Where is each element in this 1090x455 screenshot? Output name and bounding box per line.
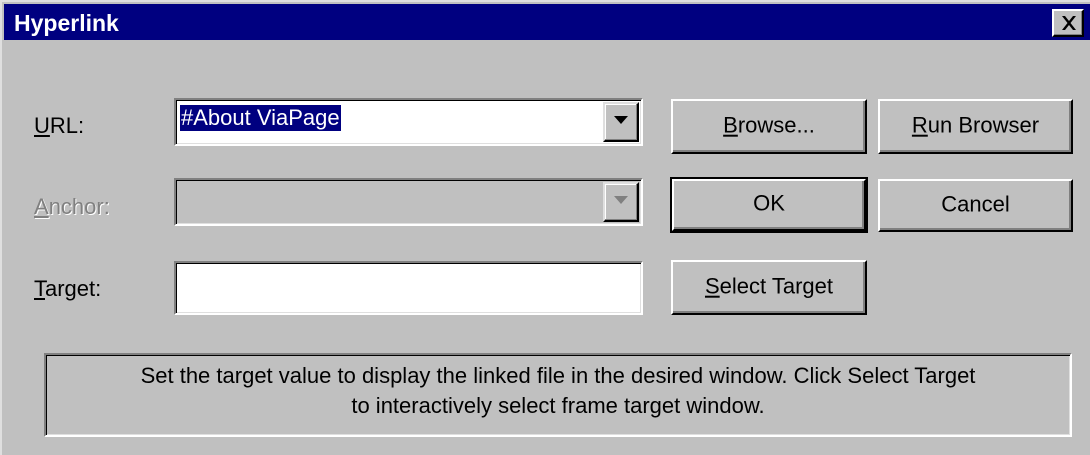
target-label-mnemonic: T: [34, 276, 45, 301]
url-label-text: RL:: [49, 113, 85, 138]
target-label-text: arget:: [45, 276, 102, 301]
anchor-label-text: nchor:: [48, 194, 110, 219]
ok-label: OK: [753, 190, 785, 216]
hyperlink-dialog: Hyperlink URL: #About ViaPage Anchor: Ta…: [0, 0, 1090, 455]
browse-button[interactable]: Browse...: [671, 99, 867, 154]
help-text-line-1: Set the target value to display the link…: [140, 363, 976, 388]
select-target-label: elect Target: [719, 273, 834, 299]
anchor-label: Anchor:: [34, 194, 110, 220]
browse-label: rowse...: [737, 112, 815, 138]
title-bar[interactable]: Hyperlink: [4, 4, 1090, 40]
url-label-mnemonic: U: [34, 113, 50, 138]
close-button[interactable]: [1052, 9, 1084, 37]
help-text-line-2: to interactively select frame target win…: [351, 393, 765, 418]
dialog-title: Hyperlink: [14, 10, 119, 36]
target-input[interactable]: [174, 261, 643, 315]
url-label: URL:: [34, 113, 84, 139]
anchor-label-mnemonic: A: [34, 194, 49, 219]
run-browser-mnemonic: R: [911, 112, 928, 138]
anchor-combobox[interactable]: [174, 178, 643, 226]
cancel-button[interactable]: Cancel: [878, 179, 1073, 232]
chevron-down-icon: [614, 116, 628, 124]
url-input[interactable]: #About ViaPage: [180, 105, 341, 131]
select-target-mnemonic: S: [704, 273, 720, 299]
help-text-panel: Set the target value to display the link…: [44, 353, 1072, 437]
url-combobox[interactable]: #About ViaPage: [174, 98, 643, 146]
anchor-dropdown-button[interactable]: [603, 182, 639, 222]
cancel-label: Cancel: [941, 191, 1010, 217]
chevron-down-icon: [614, 196, 628, 204]
close-icon: [1062, 16, 1076, 30]
browse-mnemonic: B: [723, 112, 738, 138]
run-browser-button[interactable]: Run Browser: [878, 99, 1073, 154]
select-target-button[interactable]: Select Target: [671, 260, 867, 315]
ok-button[interactable]: OK: [670, 177, 868, 233]
url-dropdown-button[interactable]: [603, 102, 639, 142]
run-browser-label: un Browser: [927, 112, 1040, 138]
target-label: Target:: [34, 276, 101, 302]
